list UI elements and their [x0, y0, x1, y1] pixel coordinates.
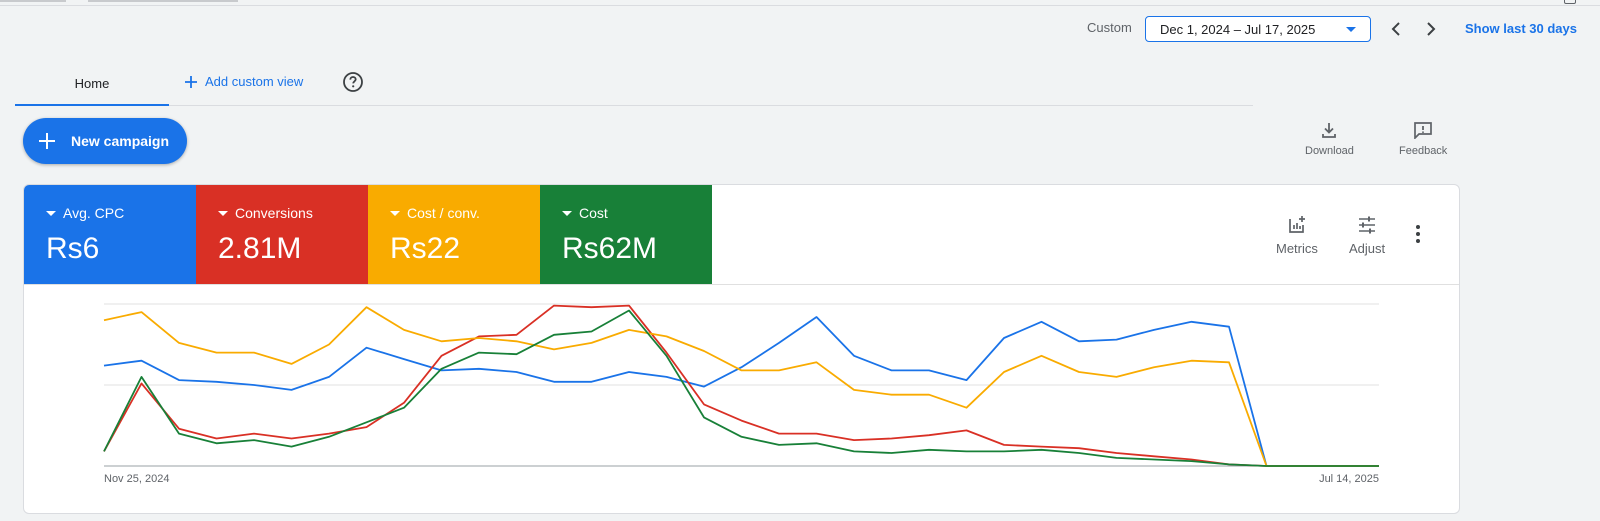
tune-icon — [1359, 216, 1376, 234]
date-range-label: Custom — [1087, 20, 1132, 35]
download-button[interactable]: Download — [1305, 121, 1354, 157]
x-axis-start-label: Nov 25, 2024 — [104, 473, 169, 485]
plus-icon — [23, 133, 71, 149]
tab-home[interactable]: Home — [15, 62, 169, 106]
metric-conversions[interactable]: Conversions 2.81M — [196, 185, 368, 284]
metric-label: Cost / conv. — [407, 205, 480, 221]
metrics-button[interactable]: Metrics — [1276, 215, 1318, 256]
series-line-2 — [103, 306, 1379, 467]
performance-card: Avg. CPC Rs6 Conversions 2.81M Cost / co… — [23, 184, 1460, 514]
feedback-label: Feedback — [1399, 145, 1448, 157]
metric-value: Rs22 — [390, 232, 461, 265]
previous-period-button[interactable] — [1384, 17, 1408, 41]
dropdown-caret-icon — [46, 210, 56, 216]
metric-value: Rs62M — [562, 232, 658, 265]
window-corner-icon — [1564, 0, 1576, 4]
date-range-value: Dec 1, 2024 – Jul 17, 2025 — [1160, 21, 1316, 37]
metric-label: Conversions — [235, 205, 313, 221]
dropdown-caret-icon — [562, 210, 572, 216]
metric-value: 2.81M — [218, 232, 302, 265]
add-chart-icon — [1289, 216, 1305, 233]
download-icon — [1322, 123, 1337, 138]
chevron-right-icon — [1427, 22, 1436, 36]
next-period-button[interactable] — [1419, 17, 1443, 41]
series-group — [103, 304, 1379, 467]
date-range-picker[interactable]: Dec 1, 2024 – Jul 17, 2025 — [1145, 16, 1371, 42]
metric-value: Rs6 — [46, 232, 100, 265]
new-campaign-label: New campaign — [71, 133, 170, 149]
add-custom-view-button[interactable]: Add custom view — [185, 74, 303, 89]
add-custom-view-label: Add custom view — [205, 74, 304, 89]
metric-cost[interactable]: Cost Rs62M — [540, 185, 712, 284]
help-icon[interactable] — [342, 71, 364, 93]
metric-label: Avg. CPC — [63, 205, 125, 221]
browser-tab-stub — [88, 0, 238, 2]
x-axis-end-label: Jul 14, 2025 — [1319, 473, 1379, 485]
metric-label: Cost — [579, 205, 608, 221]
show-last-30-days-link[interactable]: Show last 30 days — [1465, 21, 1577, 36]
dropdown-caret-icon — [390, 210, 400, 216]
new-campaign-button[interactable]: New campaign — [23, 118, 187, 164]
dropdown-caret-icon — [1346, 27, 1356, 32]
series-line-1 — [103, 304, 1379, 467]
chevron-left-icon — [1391, 22, 1400, 36]
metrics-row: Avg. CPC Rs6 Conversions 2.81M Cost / co… — [24, 185, 1459, 285]
dropdown-caret-icon — [218, 210, 228, 216]
metric-avg-cpc[interactable]: Avg. CPC Rs6 — [24, 185, 196, 284]
performance-chart: Nov 25, 2024 Jul 14, 2025 — [103, 303, 1379, 485]
more-options-button[interactable] — [1415, 225, 1421, 246]
adjust-label: Adjust — [1349, 241, 1386, 256]
metrics-label: Metrics — [1276, 241, 1318, 256]
metric-cost-per-conv[interactable]: Cost / conv. Rs22 — [368, 185, 540, 284]
view-tabs: Home Add custom view — [15, 62, 1253, 106]
browser-tab-stub — [0, 0, 66, 2]
feedback-icon — [1414, 122, 1433, 139]
feedback-button[interactable]: Feedback — [1399, 121, 1447, 157]
adjust-button[interactable]: Adjust — [1349, 215, 1385, 256]
download-label: Download — [1305, 145, 1354, 157]
plus-icon — [185, 75, 197, 88]
top-strip — [0, 0, 1600, 6]
series-line-0 — [103, 316, 1379, 467]
